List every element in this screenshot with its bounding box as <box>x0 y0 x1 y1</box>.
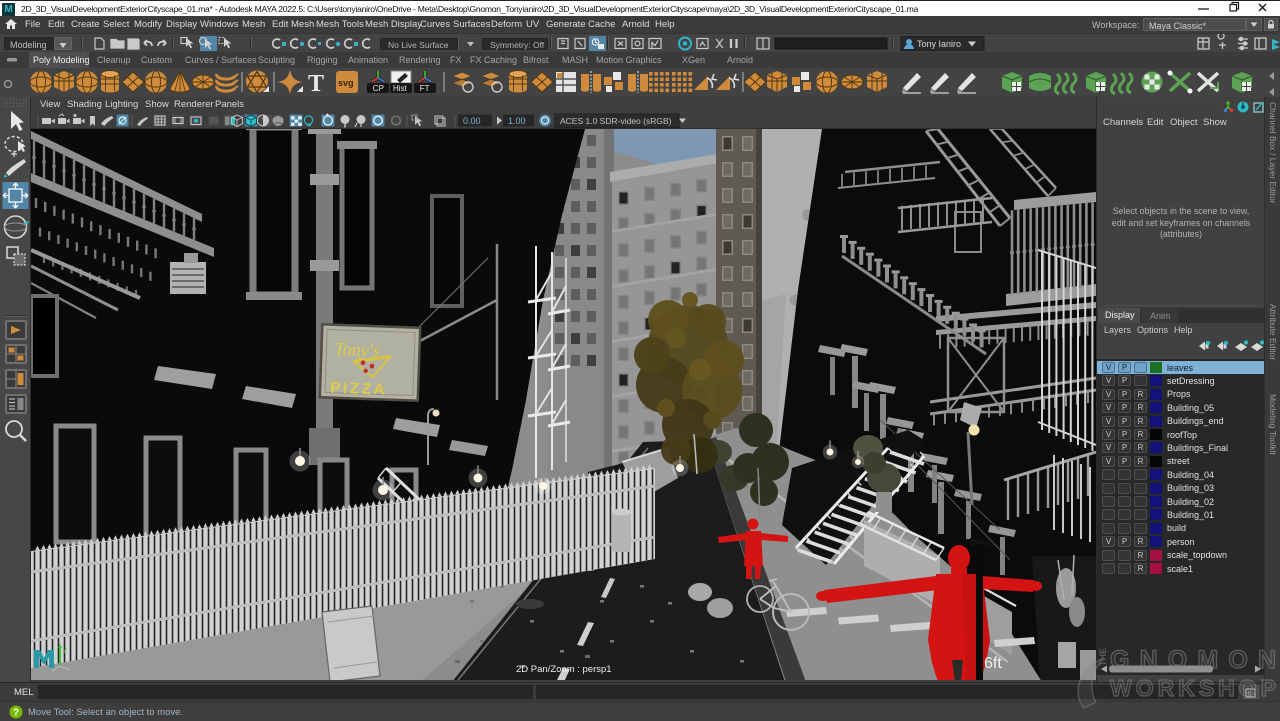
svg-text:1.00: 1.00 <box>508 116 526 126</box>
svg-text:ACES 1.0 SDR-video (sRGB): ACES 1.0 SDR-video (sRGB) <box>560 116 672 126</box>
svg-text:svg: svg <box>338 78 354 88</box>
svg-text:T: T <box>308 71 324 97</box>
svg-text:y: y <box>63 647 67 654</box>
svg-text:Hist: Hist <box>393 84 408 93</box>
svg-text:6ft: 6ft <box>984 655 1002 672</box>
svg-text:CP: CP <box>373 84 384 93</box>
svg-text:Tony's: Tony's <box>334 339 380 361</box>
svg-text:Tony Ianiro: Tony Ianiro <box>917 39 961 49</box>
svg-text:2D Pan/Zoom : persp1: 2D Pan/Zoom : persp1 <box>516 664 612 675</box>
svg-text:GNOMON: GNOMON <box>1110 646 1276 674</box>
svg-text:WORKSHOP: WORKSHOP <box>1110 675 1276 701</box>
svg-text:0.00: 0.00 <box>463 116 481 126</box>
svg-text:?: ? <box>13 708 19 719</box>
svg-text:FT: FT <box>420 84 430 93</box>
svg-text:PIZZA: PIZZA <box>330 380 388 399</box>
